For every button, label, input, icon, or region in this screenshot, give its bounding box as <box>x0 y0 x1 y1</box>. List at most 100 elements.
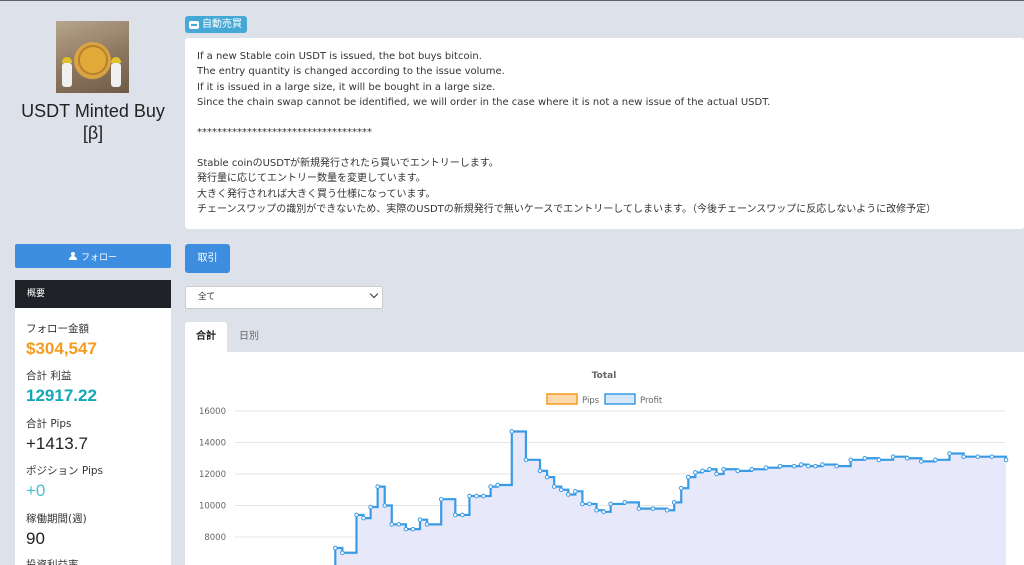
bot-avatar <box>56 21 129 93</box>
profit-point <box>333 545 338 551</box>
profit-chart: TotalPipsProfit1600014000120001000080006… <box>199 371 1009 565</box>
profit-point <box>565 492 571 497</box>
profit-point <box>368 504 373 510</box>
summary-panel: フォロー金額 $304,547 合計 利益 12917.22 合計 Pips +… <box>15 308 171 565</box>
stat-follow-amount: フォロー金額 $304,547 <box>26 321 97 359</box>
profit-point <box>961 454 966 459</box>
stat-value: +0 <box>26 481 46 500</box>
miner-figure <box>62 63 72 87</box>
profit-point <box>410 526 416 532</box>
period-select[interactable]: 全て <box>185 286 383 309</box>
y-tick-label: 16000 <box>199 407 226 417</box>
period-select-value: 全て <box>198 292 216 302</box>
chart-title: Total <box>592 371 617 381</box>
profit-point <box>904 455 910 461</box>
profit-point <box>777 463 783 469</box>
description-line: Stable coinのUSDTが新規発行されたら買いでエントリーします。 <box>197 158 499 170</box>
profit-point <box>460 512 465 518</box>
profit-point <box>876 457 882 463</box>
profit-point <box>989 454 995 459</box>
profit-point <box>820 462 825 467</box>
profit-point <box>361 515 366 521</box>
stat-value: 12917.22 <box>26 386 97 405</box>
auto-trade-badge: 自動売買 <box>185 16 247 33</box>
profit-point <box>700 468 705 474</box>
profit-point <box>707 466 712 472</box>
profit-point <box>587 501 592 507</box>
profit-point <box>975 454 981 459</box>
y-tick-label: 8000 <box>204 533 226 543</box>
bot-title: USDT Minted Buy [β] <box>21 101 165 143</box>
follow-button-label: フォロー <box>80 252 117 263</box>
profit-point <box>467 493 472 499</box>
profit-point <box>678 485 684 491</box>
profit-point <box>918 459 924 464</box>
stat-roi: 投資利益率 <box>26 557 79 565</box>
stat-label: フォロー金額 <box>26 323 89 335</box>
description-line: 大きく発行されれば大きく買う仕様になっています。 <box>197 188 436 200</box>
y-tick-label: 10000 <box>199 502 226 512</box>
profit-point <box>573 489 578 494</box>
profit-point <box>474 493 479 499</box>
profit-point <box>791 463 797 469</box>
description-line: 発行量に応じてエントリー数量を変更しています。 <box>197 173 426 185</box>
profit-point <box>594 507 599 513</box>
trade-button[interactable]: 取引 <box>185 244 230 273</box>
legend-swatch-profit <box>604 393 636 405</box>
profit-point <box>417 517 423 522</box>
profit-point <box>523 457 529 463</box>
robot-icon <box>189 20 199 29</box>
stat-label: ポジション Pips <box>26 465 103 477</box>
description-line: The entry quantity is changed according … <box>197 66 505 78</box>
stat-value: $304,547 <box>26 339 97 358</box>
profit-point <box>664 507 670 513</box>
profit-point <box>551 484 557 489</box>
bot-description: If a new Stable coin USDT is issued, the… <box>185 38 1024 229</box>
profit-point <box>714 471 719 477</box>
profit-point <box>481 493 486 499</box>
tab-total[interactable]: 合計 <box>185 322 227 352</box>
description-line <box>197 110 1012 125</box>
profit-point <box>650 506 656 511</box>
profit-point <box>622 500 628 505</box>
stat-label: 合計 利益 <box>26 370 72 382</box>
profit-point <box>848 457 853 463</box>
description-line: チェーンスワップの識別ができないため、実際のUSDTの新規発行で無いケースでエン… <box>197 203 937 215</box>
profit-area <box>335 431 1006 565</box>
stat-label: 投資利益率 <box>26 559 79 565</box>
profit-point <box>354 512 359 518</box>
profit-point <box>806 463 811 469</box>
profit-point <box>495 482 500 488</box>
stat-weeks-running: 稼働期間(週) 90 <box>26 511 87 549</box>
profit-point <box>671 500 677 505</box>
profit-point <box>340 550 345 556</box>
legend-label-profit: Profit <box>640 396 663 406</box>
y-tick-label: 12000 <box>199 470 226 480</box>
profit-point <box>601 509 606 515</box>
profit-point <box>947 451 952 456</box>
miner-figure <box>111 63 121 87</box>
description-line <box>197 141 1012 156</box>
profit-point <box>763 465 769 470</box>
profit-point <box>382 503 388 508</box>
profit-point <box>537 468 543 474</box>
profit-point <box>438 496 444 502</box>
legend-swatch-pips <box>546 393 578 405</box>
follow-button[interactable]: フォロー <box>15 244 171 268</box>
profit-point <box>693 470 698 475</box>
stat-total-profit: 合計 利益 12917.22 <box>26 368 97 406</box>
y-tick-label: 14000 <box>199 439 226 449</box>
stat-label: 合計 Pips <box>26 418 72 430</box>
description-line: Since the chain swap cannot be identifie… <box>197 96 771 108</box>
profit-point <box>389 522 395 527</box>
profit-point <box>580 501 585 507</box>
profit-point <box>424 522 430 527</box>
legend-label-pips: Pips <box>582 396 600 406</box>
miner-hat <box>111 57 121 63</box>
profit-point <box>721 466 726 472</box>
profit-point <box>862 455 868 461</box>
profit-point <box>686 474 691 480</box>
tab-daily[interactable]: 日別 <box>230 322 268 352</box>
stat-label: 稼働期間(週) <box>26 513 87 525</box>
profit-point <box>1003 457 1009 463</box>
